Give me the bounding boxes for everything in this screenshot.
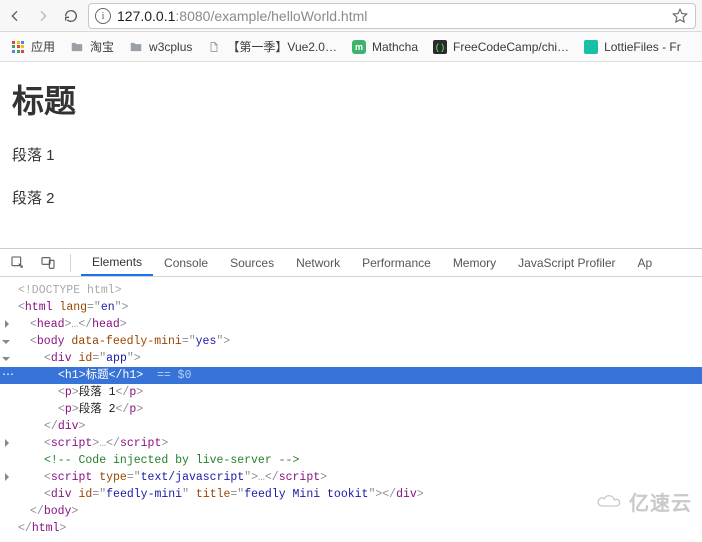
dom-line[interactable]: <script>…</script> xyxy=(0,435,702,452)
cloud-icon xyxy=(593,491,625,513)
page-content: 标题 段落 1 段落 2 xyxy=(0,62,702,248)
expand-caret-icon[interactable] xyxy=(5,473,9,481)
browser-toolbar: i 127.0.0.1:8080/example/helloWorld.html xyxy=(0,0,702,32)
forward-button[interactable] xyxy=(32,5,54,27)
bookmark-item[interactable]: m Mathcha xyxy=(351,39,418,55)
watermark: 亿速云 xyxy=(593,487,692,516)
paragraph: 段落 2 xyxy=(12,187,690,208)
expand-caret-icon[interactable] xyxy=(5,439,9,447)
expand-caret-icon[interactable] xyxy=(2,357,10,361)
devtools-tabs: Elements Console Sources Network Perform… xyxy=(81,249,663,276)
reload-button[interactable] xyxy=(60,5,82,27)
dom-line[interactable]: </div> xyxy=(0,418,702,435)
tab-application[interactable]: Ap xyxy=(627,249,664,276)
separator xyxy=(70,254,71,272)
bookmark-item[interactable]: w3cplus xyxy=(128,39,192,55)
dom-line-selected[interactable]: <h1>标题</h1> == $0 xyxy=(0,367,702,384)
devtools-toolbar: Elements Console Sources Network Perform… xyxy=(0,249,702,277)
bookmark-item[interactable]: 【第一季】Vue2.0… xyxy=(206,38,337,55)
back-button[interactable] xyxy=(4,5,26,27)
favicon xyxy=(583,39,599,55)
dom-line[interactable]: <head>…</head> xyxy=(0,316,702,333)
expand-caret-icon[interactable] xyxy=(2,340,10,344)
inspect-element-icon[interactable] xyxy=(6,251,30,275)
tab-sources[interactable]: Sources xyxy=(219,249,285,276)
apps-label: 应用 xyxy=(31,38,55,55)
favicon: m xyxy=(351,39,367,55)
dom-line[interactable]: <body data-feedly-mini="yes"> xyxy=(0,333,702,350)
bookmark-star-icon[interactable] xyxy=(671,7,689,25)
expand-caret-icon[interactable] xyxy=(5,320,9,328)
url-text: 127.0.0.1:8080/example/helloWorld.html xyxy=(117,8,367,24)
tab-network[interactable]: Network xyxy=(285,249,351,276)
tab-elements[interactable]: Elements xyxy=(81,249,153,276)
site-info-icon[interactable]: i xyxy=(95,8,111,24)
apps-shortcut[interactable]: 应用 xyxy=(10,38,55,55)
dom-line[interactable]: <p>段落 2</p> xyxy=(0,401,702,418)
folder-icon xyxy=(128,39,144,55)
tab-profiler[interactable]: JavaScript Profiler xyxy=(507,249,626,276)
address-bar[interactable]: i 127.0.0.1:8080/example/helloWorld.html xyxy=(88,3,696,29)
bookmark-item[interactable]: LottieFiles - Fr xyxy=(583,39,681,55)
bookmark-item[interactable]: 淘宝 xyxy=(69,38,114,55)
dom-line[interactable]: <div id="app"> xyxy=(0,350,702,367)
tab-memory[interactable]: Memory xyxy=(442,249,507,276)
device-toggle-icon[interactable] xyxy=(36,251,60,275)
dom-line[interactable]: </html> xyxy=(0,520,702,537)
page-heading: 标题 xyxy=(12,76,690,122)
dom-line[interactable]: <p>段落 1</p> xyxy=(0,384,702,401)
folder-icon xyxy=(69,39,85,55)
favicon: ( ) xyxy=(432,39,448,55)
dom-line[interactable]: <script type="text/javascript">…</script… xyxy=(0,469,702,486)
apps-icon xyxy=(10,39,26,55)
dom-line[interactable]: <!DOCTYPE html> xyxy=(0,282,702,299)
tab-performance[interactable]: Performance xyxy=(351,249,442,276)
dom-line[interactable]: <html lang="en"> xyxy=(0,299,702,316)
tab-console[interactable]: Console xyxy=(153,249,219,276)
dom-line[interactable]: <!-- Code injected by live-server --> xyxy=(0,452,702,469)
bookmarks-bar: 应用 淘宝 w3cplus 【第一季】Vue2.0… m Mathcha ( )… xyxy=(0,32,702,62)
paragraph: 段落 1 xyxy=(12,144,690,165)
file-icon xyxy=(206,39,222,55)
bookmark-item[interactable]: ( ) FreeCodeCamp/chi… xyxy=(432,39,569,55)
